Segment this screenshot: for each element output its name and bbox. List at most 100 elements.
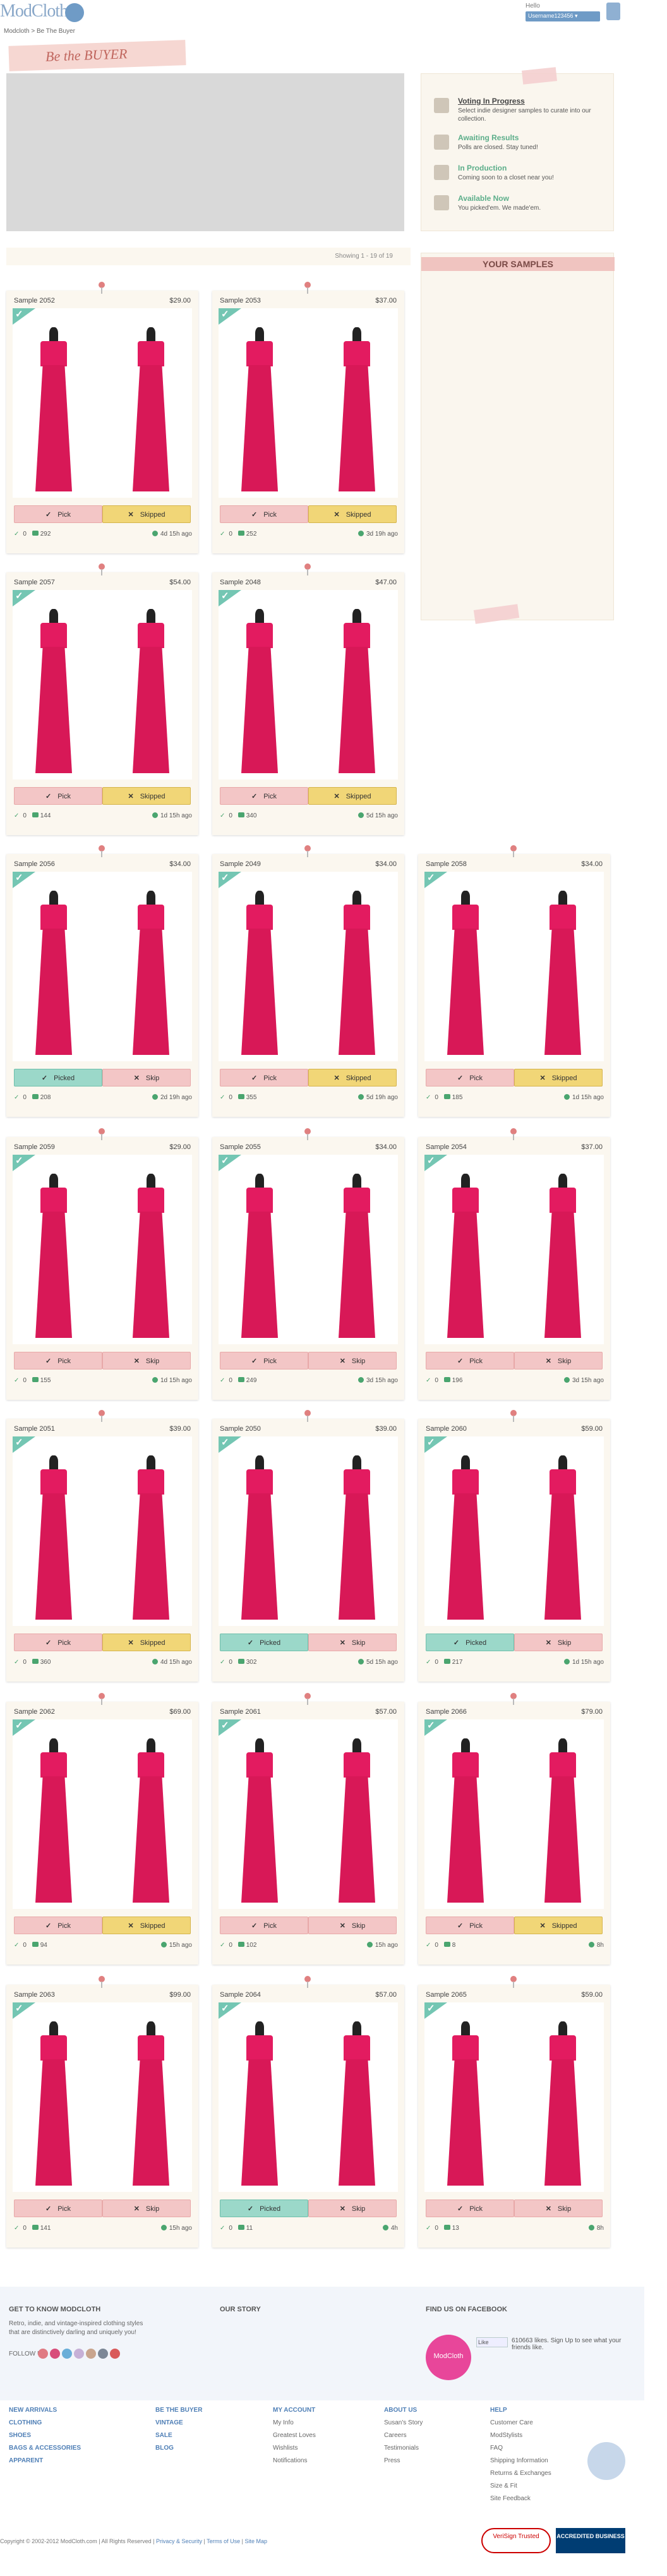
privacy-link[interactable]: Privacy & Security [156, 2538, 202, 2544]
footer-link[interactable]: Size & Fit [490, 2480, 551, 2493]
facebook-like-button[interactable]: Like [476, 2337, 508, 2347]
skip-button[interactable]: ✕ Skip [308, 1917, 397, 1934]
comment-count[interactable]: 13 [452, 2225, 459, 2232]
pick-button[interactable]: ✓ Pick [220, 1917, 308, 1934]
bbb-badge[interactable]: ACCREDITED BUSINESS [556, 2528, 625, 2553]
footer-link[interactable]: APPARENT [9, 2455, 81, 2467]
footer-link[interactable]: BLOG [155, 2442, 202, 2455]
skip-button[interactable]: ✕ Skip [514, 2200, 603, 2217]
pick-button[interactable]: ✓ Pick [426, 1917, 514, 1934]
sample-image[interactable] [13, 2002, 192, 2192]
pick-button[interactable]: ✓ Picked [14, 1069, 102, 1086]
comment-count[interactable]: 185 [452, 1094, 463, 1101]
sample-name[interactable]: Sample 2048 [220, 579, 261, 586]
comment-count[interactable]: 11 [246, 2225, 253, 2232]
pick-button[interactable]: ✓ Pick [14, 787, 102, 805]
sample-name[interactable]: Sample 2055 [220, 1143, 261, 1151]
comment-count[interactable]: 360 [40, 1659, 51, 1666]
sample-image[interactable] [13, 1719, 192, 1909]
bloglovin-icon[interactable] [38, 2349, 48, 2359]
skip-button[interactable]: ✕ Skipped [308, 1069, 397, 1086]
footer-link[interactable]: Shipping Information [490, 2455, 551, 2467]
username-dropdown[interactable]: Username123456 ▾ [526, 11, 600, 21]
pick-button[interactable]: ✓ Pick [220, 1352, 308, 1369]
footer-link[interactable]: Site Feedback [490, 2493, 551, 2505]
sample-name[interactable]: Sample 2051 [14, 1425, 55, 1433]
comment-count[interactable]: 217 [452, 1659, 463, 1666]
footer-heading[interactable]: ABOUT US [384, 2404, 423, 2417]
sample-image[interactable] [424, 1719, 604, 1909]
pick-button[interactable]: ✓ Picked [220, 1634, 308, 1651]
comment-count[interactable]: 144 [40, 812, 51, 819]
sample-name[interactable]: Sample 2061 [220, 1708, 261, 1716]
pick-button[interactable]: ✓ Pick [426, 1069, 514, 1086]
comment-count[interactable]: 155 [40, 1377, 51, 1384]
footer-link[interactable]: Testimonials [384, 2442, 423, 2455]
footer-link[interactable]: NEW ARRIVALS [9, 2404, 81, 2417]
pick-button[interactable]: ✓ Pick [220, 505, 308, 523]
pick-button[interactable]: ✓ Pick [14, 1917, 102, 1934]
comment-count[interactable]: 340 [246, 812, 257, 819]
sample-image[interactable] [13, 872, 192, 1061]
pick-button[interactable]: ✓ Pick [220, 787, 308, 805]
flickr-icon[interactable] [74, 2349, 84, 2359]
pick-button[interactable]: ✓ Picked [426, 1634, 514, 1651]
skip-button[interactable]: ✕ Skip [102, 1352, 191, 1369]
sample-name[interactable]: Sample 2066 [426, 1708, 467, 1716]
sample-name[interactable]: Sample 2063 [14, 1991, 55, 1999]
skip-button[interactable]: ✕ Skip [308, 2200, 397, 2217]
comment-count[interactable]: 249 [246, 1377, 257, 1384]
sample-image[interactable] [219, 1719, 398, 1909]
footer-link[interactable]: Customer Care [490, 2417, 551, 2429]
sample-image[interactable] [13, 1436, 192, 1626]
footer-link[interactable]: Press [384, 2455, 423, 2467]
footer-heading[interactable]: HELP [490, 2404, 551, 2417]
sample-image[interactable] [219, 1436, 398, 1626]
sample-name[interactable]: Sample 2049 [220, 860, 261, 868]
skip-button[interactable]: ✕ Skip [102, 2200, 191, 2217]
sample-image[interactable] [424, 1155, 604, 1344]
sample-image[interactable] [13, 590, 192, 779]
sample-name[interactable]: Sample 2050 [220, 1425, 261, 1433]
sample-image[interactable] [424, 1436, 604, 1626]
comment-count[interactable]: 94 [40, 1942, 47, 1949]
footer-link[interactable]: SHOES [9, 2429, 81, 2442]
sample-name[interactable]: Sample 2053 [220, 297, 261, 304]
sample-name[interactable]: Sample 2054 [426, 1143, 467, 1151]
skip-button[interactable]: ✕ Skipped [102, 1917, 191, 1934]
skip-button[interactable]: ✕ Skip [102, 1069, 191, 1086]
skip-button[interactable]: ✕ Skipped [308, 787, 397, 805]
pick-button[interactable]: ✓ Pick [14, 2200, 102, 2217]
skip-button[interactable]: ✕ Skip [308, 1352, 397, 1369]
footer-link[interactable]: VINTAGE [155, 2417, 202, 2429]
sample-image[interactable] [424, 2002, 604, 2192]
pick-button[interactable]: ✓ Pick [14, 505, 102, 523]
pick-button[interactable]: ✓ Pick [426, 2200, 514, 2217]
sample-image[interactable] [219, 590, 398, 779]
comment-count[interactable]: 302 [246, 1659, 257, 1666]
comment-count[interactable]: 102 [246, 1942, 257, 1949]
sample-image[interactable] [219, 308, 398, 498]
sample-image[interactable] [13, 1155, 192, 1344]
sample-name[interactable]: Sample 2056 [14, 860, 55, 868]
footer-link[interactable]: CLOTHING [9, 2417, 81, 2429]
footer-link[interactable]: Careers [384, 2429, 423, 2442]
tumblr-icon[interactable] [98, 2349, 108, 2359]
footer-link[interactable]: Susan's Story [384, 2417, 423, 2429]
footer-link[interactable]: ModStylists [490, 2429, 551, 2442]
sample-image[interactable] [219, 872, 398, 1061]
footer-heading[interactable]: MY ACCOUNT [273, 2404, 316, 2417]
skip-button[interactable]: ✕ Skipped [514, 1917, 603, 1934]
facebook-modcloth-logo[interactable]: ModCloth [426, 2335, 471, 2380]
modcloth-logo[interactable]: ModCloth [0, 1, 85, 22]
pick-button[interactable]: ✓ Pick [14, 1352, 102, 1369]
skip-button[interactable]: ✕ Skip [514, 1352, 603, 1369]
pinterest-icon[interactable] [50, 2349, 60, 2359]
sample-image[interactable] [424, 872, 604, 1061]
skip-button[interactable]: ✕ Skipped [102, 787, 191, 805]
sample-name[interactable]: Sample 2065 [426, 1991, 467, 1999]
skip-button[interactable]: ✕ Skipped [102, 1634, 191, 1651]
footer-link[interactable]: Greatest Loves [273, 2429, 316, 2442]
sample-name[interactable]: Sample 2059 [14, 1143, 55, 1151]
sample-name[interactable]: Sample 2057 [14, 579, 55, 586]
